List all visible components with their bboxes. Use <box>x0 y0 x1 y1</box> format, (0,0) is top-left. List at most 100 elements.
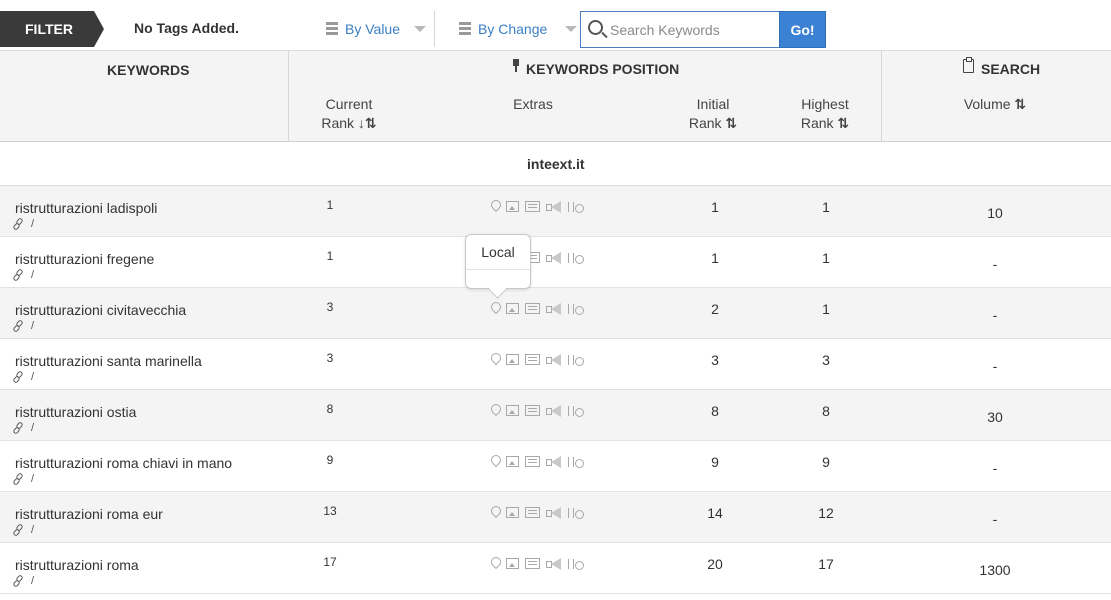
current-rank: 1 <box>326 249 334 263</box>
table-row: ristrutturazioni ladispoli / 1 1 1 10 <box>0 186 1111 237</box>
video-icon[interactable] <box>568 252 584 264</box>
video-icon[interactable] <box>568 201 584 213</box>
sort-icon[interactable]: ⇅ <box>837 115 849 131</box>
table-row: ristrutturazioni fregene / 1 1 1 - <box>0 237 1111 288</box>
link-icon[interactable] <box>12 370 24 384</box>
search-volume: - <box>992 256 998 272</box>
local-tooltip: Local <box>465 234 531 289</box>
url-path[interactable]: / <box>31 269 34 281</box>
video-icon[interactable] <box>568 405 584 417</box>
megaphone-icon[interactable] <box>546 302 562 315</box>
news-icon[interactable] <box>525 507 540 518</box>
url-path[interactable]: / <box>31 371 34 383</box>
video-icon[interactable] <box>568 354 584 366</box>
local-pin-icon[interactable] <box>490 200 500 213</box>
sort-icon[interactable]: ⇅ <box>725 115 737 131</box>
video-icon[interactable] <box>568 558 584 570</box>
image-icon[interactable] <box>506 558 519 569</box>
volume-header[interactable]: Volume ⇅ <box>955 95 1035 114</box>
link-icon[interactable] <box>12 523 24 537</box>
url-path[interactable]: / <box>31 422 34 434</box>
keyword-text[interactable]: ristrutturazioni fregene <box>15 251 154 267</box>
link-icon[interactable] <box>12 217 24 231</box>
news-icon[interactable] <box>525 456 540 467</box>
link-icon[interactable] <box>12 319 24 333</box>
local-pin-icon[interactable] <box>490 404 500 417</box>
highest-rank-header[interactable]: Highest Rank ⇅ <box>792 95 858 133</box>
keyword-text[interactable]: ristrutturazioni civitavecchia <box>15 302 186 318</box>
keyword-text[interactable]: ristrutturazioni roma chiavi in mano <box>15 455 232 471</box>
url-path[interactable]: / <box>31 320 34 332</box>
current-rank: 13 <box>323 504 337 518</box>
news-icon[interactable] <box>525 303 540 314</box>
link-icon[interactable] <box>12 574 24 588</box>
link-icon[interactable] <box>12 472 24 486</box>
megaphone-icon[interactable] <box>546 506 562 519</box>
keyword-text[interactable]: ristrutturazioni roma <box>15 557 139 573</box>
video-icon[interactable] <box>568 507 584 519</box>
url-path[interactable]: / <box>31 575 34 587</box>
local-pin-icon[interactable] <box>490 557 500 570</box>
initial-rank-header[interactable]: Initial Rank ⇅ <box>680 95 746 133</box>
highest-rank: 3 <box>822 352 830 368</box>
megaphone-icon[interactable] <box>546 404 562 417</box>
current-rank: 17 <box>323 555 337 569</box>
video-icon[interactable] <box>568 456 584 468</box>
list-icon <box>455 22 471 36</box>
link-icon[interactable] <box>12 268 24 282</box>
serp-features <box>490 455 584 468</box>
go-button[interactable]: Go! <box>779 11 826 48</box>
sort-desc-icon[interactable]: ↓⇅ <box>358 115 377 131</box>
url-path[interactable]: / <box>31 473 34 485</box>
keyword-text[interactable]: ristrutturazioni ladispoli <box>15 200 157 216</box>
local-pin-icon[interactable] <box>490 353 500 366</box>
initial-rank: 2 <box>711 301 719 317</box>
by-value-dropdown[interactable]: By Value <box>322 11 426 47</box>
video-icon[interactable] <box>568 303 584 315</box>
list-icon <box>322 22 338 36</box>
domain-name: inteext.it <box>527 156 585 172</box>
local-pin-icon[interactable] <box>490 506 500 519</box>
search-header: SEARCH <box>963 57 1040 77</box>
keyword-text[interactable]: ristrutturazioni roma eur <box>15 506 163 522</box>
image-icon[interactable] <box>506 201 519 212</box>
megaphone-icon[interactable] <box>546 557 562 570</box>
image-icon[interactable] <box>506 405 519 416</box>
pin-icon <box>512 59 520 73</box>
initial-rank: 14 <box>707 505 723 521</box>
megaphone-icon[interactable] <box>546 200 562 213</box>
image-icon[interactable] <box>506 507 519 518</box>
megaphone-icon[interactable] <box>546 455 562 468</box>
image-icon[interactable] <box>506 303 519 314</box>
search-field <box>580 11 780 48</box>
image-icon[interactable] <box>506 354 519 365</box>
news-icon[interactable] <box>525 354 540 365</box>
serp-features <box>490 353 584 366</box>
keyword-text[interactable]: ristrutturazioni santa marinella <box>15 353 202 369</box>
url-path[interactable]: / <box>31 218 34 230</box>
local-pin-icon[interactable] <box>490 455 500 468</box>
megaphone-icon[interactable] <box>546 353 562 366</box>
sort-icon[interactable]: ⇅ <box>1014 96 1026 112</box>
table-row: ristrutturazioni roma chiavi in mano / 9 9 9… <box>0 441 1111 492</box>
keywords-position-header: KEYWORDS POSITION <box>512 59 679 77</box>
url-path[interactable]: / <box>31 524 34 536</box>
keywords-header: KEYWORDS <box>107 62 190 78</box>
news-icon[interactable] <box>525 558 540 569</box>
current-rank-header[interactable]: Current Rank ↓⇅ <box>310 95 388 133</box>
search-input[interactable] <box>610 12 780 47</box>
megaphone-icon[interactable] <box>546 251 562 264</box>
news-icon[interactable] <box>525 201 540 212</box>
divider <box>434 11 435 47</box>
by-change-dropdown[interactable]: By Change <box>455 11 578 47</box>
tags-status: No Tags Added. <box>134 20 239 36</box>
keyword-text[interactable]: ristrutturazioni ostia <box>15 404 136 420</box>
image-icon[interactable] <box>506 456 519 467</box>
local-pin-icon[interactable] <box>490 302 500 315</box>
link-icon[interactable] <box>12 421 24 435</box>
filter-label[interactable]: FILTER <box>0 11 104 47</box>
initial-rank: 9 <box>711 454 719 470</box>
filter-bar: FILTER No Tags Added. By Value By Change… <box>0 0 1111 50</box>
news-icon[interactable] <box>525 405 540 416</box>
search-volume: - <box>992 511 998 527</box>
